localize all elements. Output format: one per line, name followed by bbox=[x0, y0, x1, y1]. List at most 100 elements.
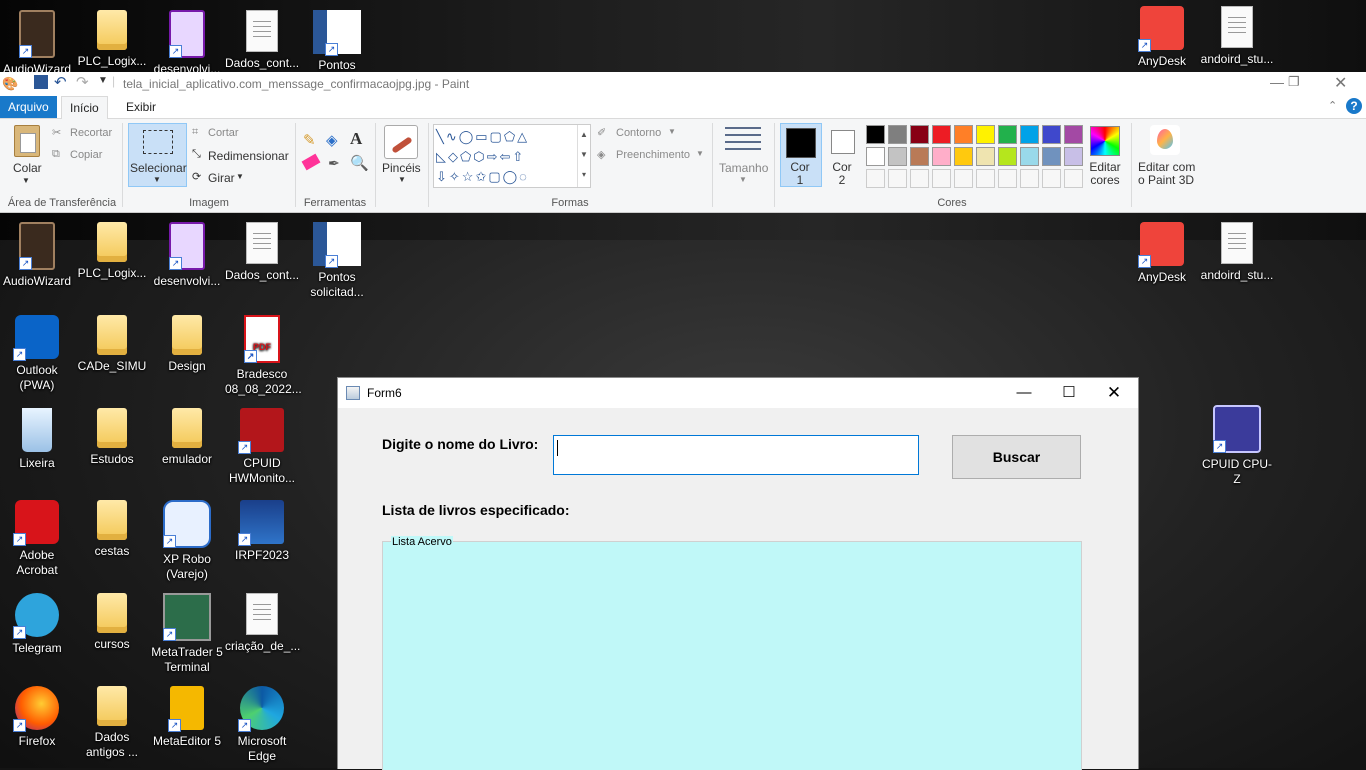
palette-swatch[interactable] bbox=[976, 147, 995, 166]
crop-button[interactable]: Cortar bbox=[208, 127, 239, 139]
desktop-icon[interactable]: Lixeira bbox=[0, 408, 74, 471]
resize-icon[interactable]: ⤡ bbox=[192, 148, 201, 161]
palette-swatch[interactable] bbox=[976, 125, 995, 144]
rotate-button[interactable]: Girar bbox=[208, 171, 235, 185]
desktop-icon[interactable]: ↗ Pontos bbox=[300, 10, 374, 73]
rotate-dropdown-icon[interactable]: ▼ bbox=[236, 172, 244, 181]
desktop-icon[interactable]: ↗ AudioWizard bbox=[0, 10, 74, 77]
palette-swatch[interactable] bbox=[976, 169, 995, 188]
shapes-scroll[interactable]: ▲ ▼ ▾ bbox=[577, 125, 590, 187]
palette-swatch[interactable] bbox=[888, 125, 907, 144]
copy-button[interactable]: Copiar bbox=[70, 149, 102, 161]
form-maximize-icon[interactable]: ☐ bbox=[1046, 378, 1092, 408]
desktop-icon[interactable]: cestas bbox=[75, 500, 149, 559]
select-dropdown-icon[interactable]: ▼ bbox=[153, 175, 161, 184]
palette-swatch[interactable] bbox=[998, 125, 1017, 144]
outline-icon[interactable]: ✐ bbox=[597, 126, 606, 139]
desktop-icon[interactable]: ↗ desenvolvi... bbox=[150, 222, 224, 289]
form-minimize-icon[interactable]: — bbox=[1001, 378, 1047, 408]
paste-dropdown-icon[interactable]: ▼ bbox=[22, 176, 30, 185]
color2-swatch[interactable] bbox=[831, 130, 855, 154]
size-dropdown-icon[interactable]: ▼ bbox=[739, 175, 747, 184]
palette-swatch[interactable] bbox=[866, 147, 885, 166]
desktop-icon[interactable]: ↗ MetaEditor 5 bbox=[150, 686, 224, 749]
palette-swatch[interactable] bbox=[1020, 147, 1039, 166]
copy-icon[interactable]: ⧉ bbox=[52, 148, 60, 161]
desktop-icon[interactable]: PDF ↗ Bradesco 08_08_2022... bbox=[225, 315, 302, 397]
palette-swatch[interactable] bbox=[932, 147, 951, 166]
color2-label[interactable]: Cor 2 bbox=[829, 161, 855, 187]
minimize-icon[interactable]: — bbox=[1270, 74, 1284, 90]
desktop-icon[interactable]: PLC_Logix... bbox=[75, 10, 149, 69]
desktop-icon[interactable]: CADe_SIMU bbox=[75, 315, 149, 374]
color1-label[interactable]: Cor 1 bbox=[787, 161, 813, 187]
save-icon[interactable] bbox=[34, 75, 48, 89]
restore-icon[interactable]: ❐ bbox=[1288, 74, 1300, 90]
desktop-icon[interactable]: ↗ Firefox bbox=[0, 686, 74, 749]
paste-button[interactable] bbox=[10, 125, 44, 163]
desktop-icon[interactable]: ↗ Adobe Acrobat bbox=[0, 500, 74, 578]
desktop-icon[interactable]: cursos bbox=[75, 593, 149, 652]
paste-label[interactable]: Colar bbox=[13, 161, 42, 175]
desktop-icon[interactable]: ↗ AnyDesk bbox=[1125, 6, 1199, 69]
desktop-icon[interactable]: andoird_stu... bbox=[1200, 6, 1274, 67]
collapse-ribbon-icon[interactable]: ⌃ bbox=[1328, 99, 1337, 112]
select-label[interactable]: Selecionar bbox=[130, 161, 187, 175]
shapes-gallery[interactable]: ╲∿◯▭▢⬠△ ◺◇⬠⬡⇨⇦⇧ ⇩✧☆✩▢◯◌ ▲ ▼ ▾ bbox=[433, 124, 591, 188]
close-icon[interactable]: ✕ bbox=[1334, 73, 1347, 93]
edit-colors-button[interactable]: Editar cores bbox=[1086, 161, 1124, 187]
palette-swatch[interactable] bbox=[1020, 169, 1039, 188]
desktop-icon[interactable]: ↗ MetaTrader 5 Terminal bbox=[150, 593, 224, 675]
desktop-icon[interactable]: ↗ Microsoft Edge bbox=[225, 686, 299, 764]
desktop-icon[interactable]: ↗ XP Robo (Varejo) bbox=[150, 500, 224, 582]
cut-button[interactable]: Recortar bbox=[70, 127, 112, 139]
desktop-icon[interactable]: ↗ desenvolvi... bbox=[150, 10, 224, 77]
size-icon[interactable] bbox=[725, 127, 761, 151]
desktop-icon[interactable]: Dados_cont... bbox=[225, 10, 299, 71]
paint3d-icon[interactable] bbox=[1150, 125, 1180, 155]
palette-swatch[interactable] bbox=[1042, 125, 1061, 144]
palette-swatch[interactable] bbox=[954, 147, 973, 166]
palette-swatch[interactable] bbox=[1042, 169, 1061, 188]
brushes-button[interactable]: Pincéis bbox=[382, 161, 421, 175]
desktop-icon[interactable]: ↗ CPUID HWMonito... bbox=[225, 408, 299, 486]
text-icon[interactable]: A bbox=[350, 129, 362, 149]
desktop-icon[interactable]: criação_de_... bbox=[225, 593, 300, 654]
palette-swatch[interactable] bbox=[998, 147, 1017, 166]
desktop-icon[interactable]: PLC_Logix... bbox=[75, 222, 149, 281]
outline-dropdown-icon[interactable]: ▼ bbox=[668, 127, 676, 136]
cut-icon[interactable]: ✂ bbox=[52, 126, 61, 139]
shapes-grid[interactable]: ╲∿◯▭▢⬠△ ◺◇⬠⬡⇨⇦⇧ ⇩✧☆✩▢◯◌ bbox=[436, 127, 576, 187]
outline-button[interactable]: Contorno bbox=[616, 127, 661, 139]
palette-swatch[interactable] bbox=[932, 169, 951, 188]
palette-swatch[interactable] bbox=[1020, 125, 1039, 144]
desktop-icon[interactable]: ↗ Telegram bbox=[0, 593, 74, 656]
desktop-icon[interactable]: ↗ Pontos solicitad... bbox=[300, 222, 374, 300]
fill-button[interactable]: Preenchimento bbox=[616, 149, 690, 161]
crop-icon[interactable]: ⌗ bbox=[192, 126, 198, 139]
desktop-icon[interactable]: ↗ IRPF2023 bbox=[225, 500, 299, 563]
palette-swatch[interactable] bbox=[888, 147, 907, 166]
color-picker-icon[interactable]: ✒ bbox=[328, 155, 340, 172]
desktop-icon[interactable]: Dados antigos ... bbox=[75, 686, 149, 760]
color-wheel-icon[interactable] bbox=[1090, 126, 1120, 156]
palette-swatch[interactable] bbox=[954, 125, 973, 144]
palette-swatch[interactable] bbox=[1064, 125, 1083, 144]
desktop-icon[interactable]: ↗ AnyDesk bbox=[1125, 222, 1199, 285]
desktop-icon[interactable]: Dados_cont... bbox=[225, 222, 299, 283]
desktop-icon[interactable]: Estudos bbox=[75, 408, 149, 467]
brushes-dropdown-icon[interactable]: ▼ bbox=[398, 175, 406, 184]
fill-dropdown-icon[interactable]: ▼ bbox=[696, 149, 704, 158]
desktop-icon[interactable]: ↗ AudioWizard bbox=[0, 222, 74, 289]
palette-swatch[interactable] bbox=[998, 169, 1017, 188]
brush-icon[interactable] bbox=[384, 125, 418, 159]
size-button[interactable]: Tamanho bbox=[719, 161, 768, 175]
desktop-icon[interactable]: andoird_stu... bbox=[1200, 222, 1274, 283]
redo-icon[interactable]: ↷ bbox=[76, 73, 89, 91]
desktop-icon[interactable]: Design bbox=[150, 315, 224, 374]
rotate-icon[interactable]: ⟳ bbox=[192, 170, 201, 183]
desktop-icon[interactable]: ↗ CPUID CPU-Z bbox=[1200, 405, 1274, 487]
palette-swatch[interactable] bbox=[954, 169, 973, 188]
palette-swatch[interactable] bbox=[866, 169, 885, 188]
pencil-icon[interactable]: ✎ bbox=[303, 131, 316, 149]
